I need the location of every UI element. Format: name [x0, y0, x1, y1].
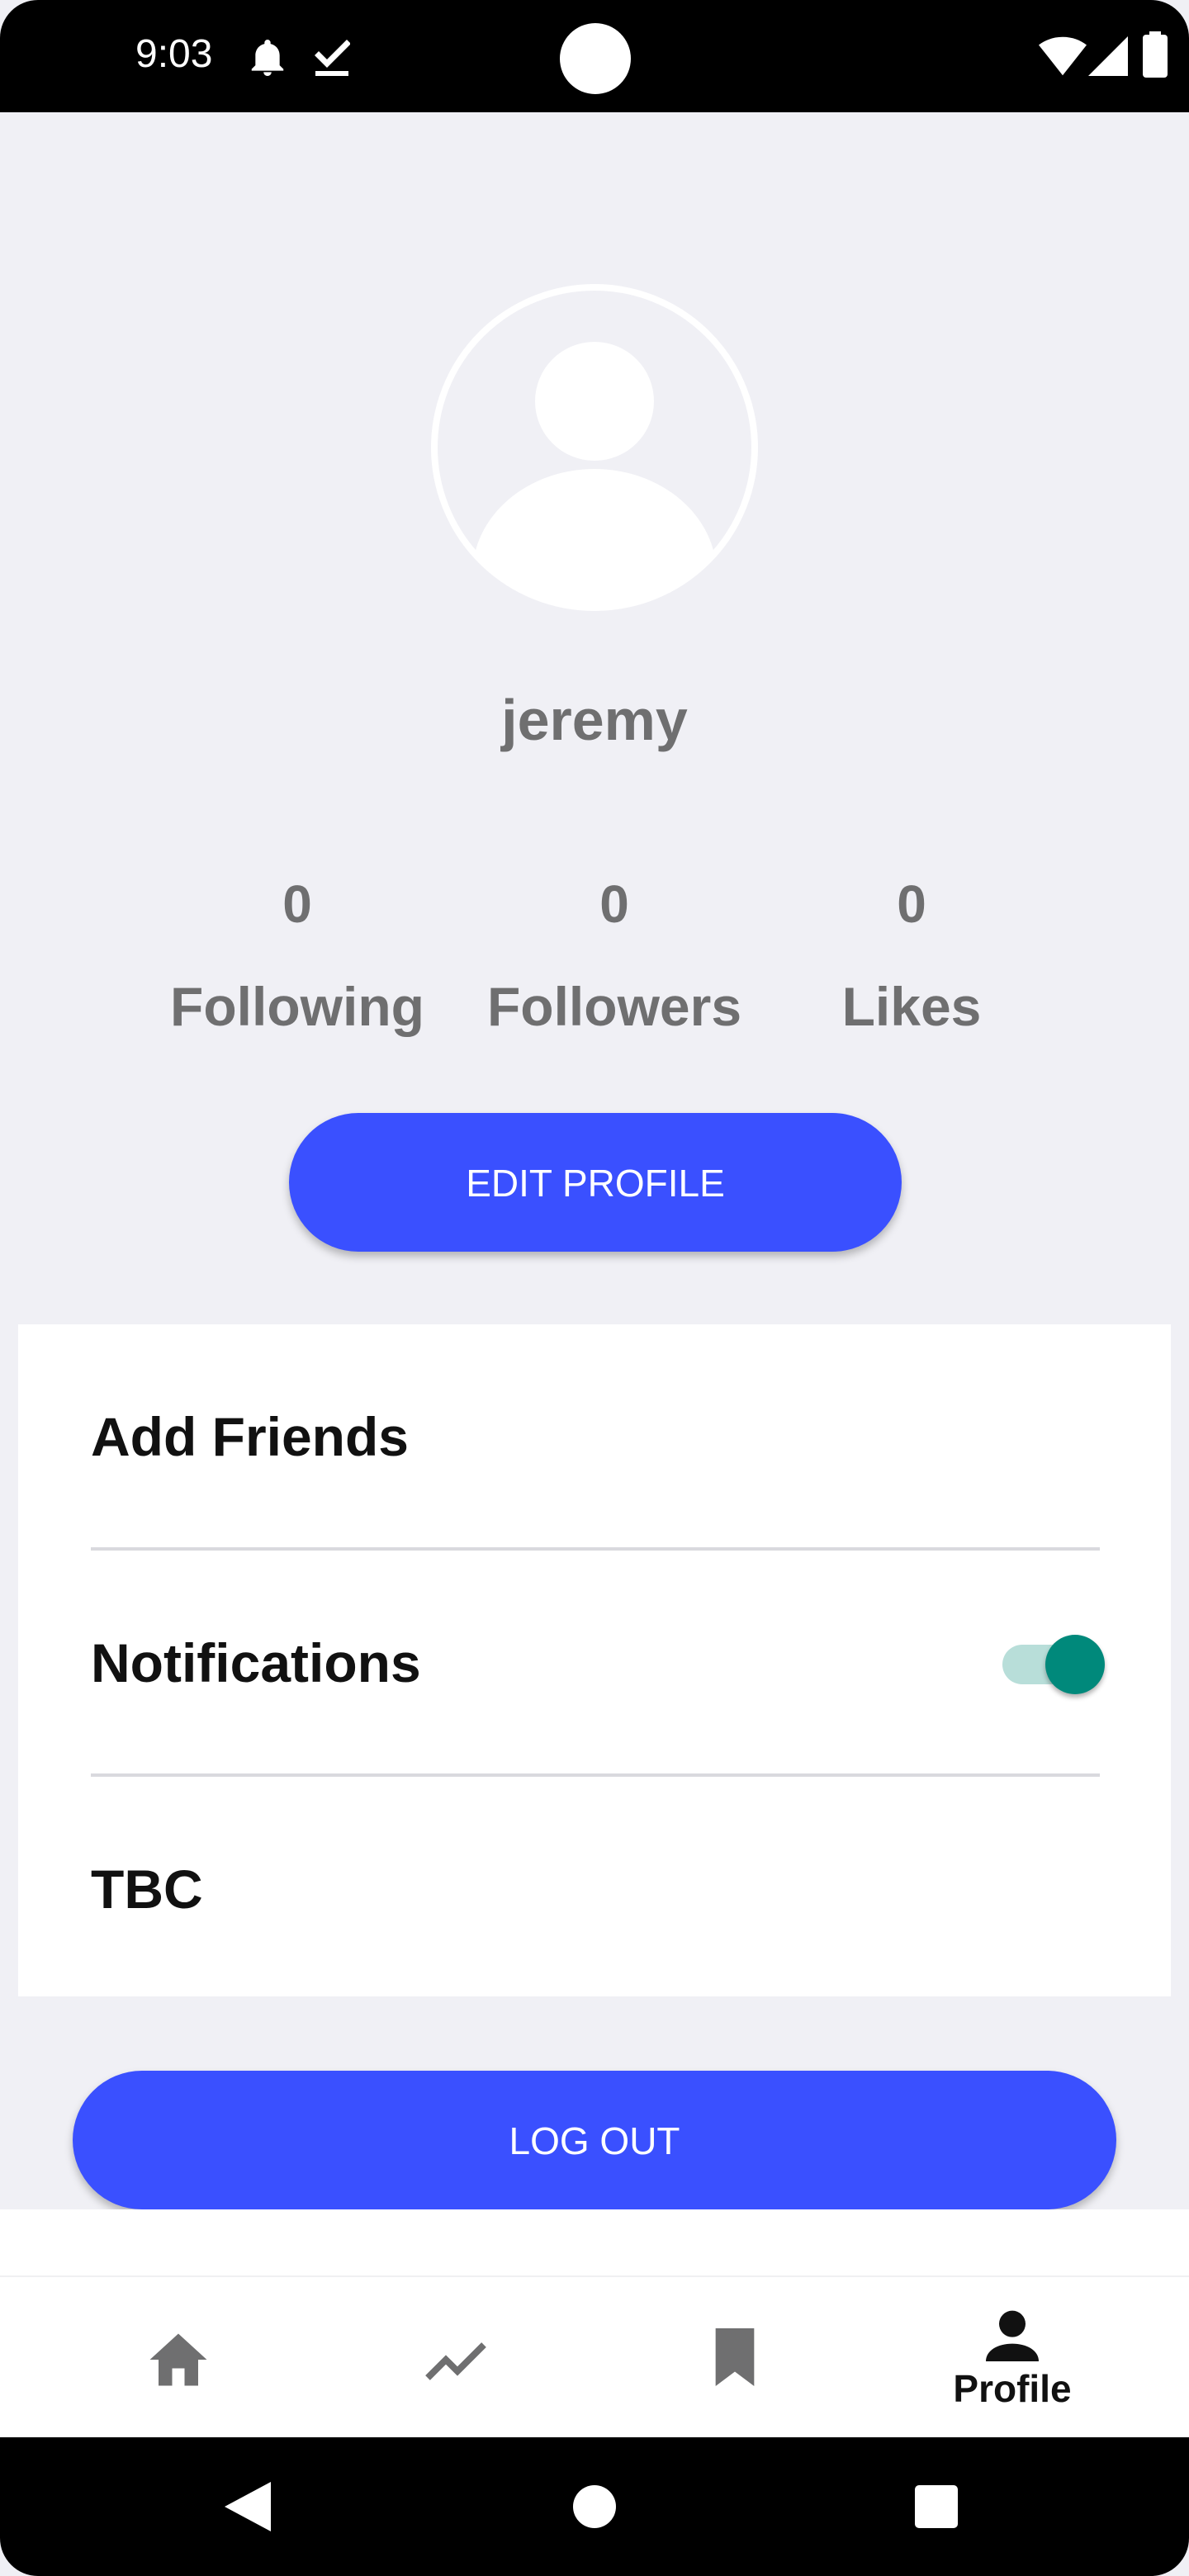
avatar[interactable]: [431, 284, 758, 611]
tbc-label: TBC: [91, 1859, 203, 1920]
settings-card: Add Friends Notifications TBC: [18, 1324, 1171, 1996]
stat-following[interactable]: 0 Following: [157, 867, 438, 1044]
profile-screen: 9:03 jeremy 0 Following 0 Followers 0 Li…: [0, 0, 1189, 2576]
nav-item-profile[interactable]: Profile: [888, 2277, 1136, 2439]
trending-icon: [425, 2342, 486, 2380]
recents-icon[interactable]: [915, 2485, 958, 2528]
person-icon: [986, 2310, 1039, 2361]
settings-item-tbc[interactable]: TBC: [91, 1777, 1100, 2001]
check-download-icon: [315, 40, 350, 76]
status-bar: 9:03: [0, 0, 1189, 112]
nav-item-bookmarks[interactable]: [611, 2277, 859, 2439]
status-time: 9:03: [135, 32, 213, 76]
log-out-button[interactable]: LOG OUT: [73, 2071, 1116, 2209]
settings-item-add-friends[interactable]: Add Friends: [91, 1324, 1100, 1549]
stat-followers[interactable]: 0 Followers: [474, 867, 755, 1044]
notifications-label: Notifications: [91, 1632, 421, 1693]
add-friends-label: Add Friends: [91, 1406, 410, 1467]
followers-count: 0: [599, 874, 629, 934]
following-label: Following: [170, 976, 424, 1037]
system-nav-bar: [0, 2437, 1189, 2576]
home-icon: [149, 2333, 207, 2386]
content-bottom-edge: [0, 2209, 1189, 2275]
battery-icon: [1143, 31, 1168, 78]
bottom-nav: Profile: [0, 2275, 1189, 2439]
notifications-toggle[interactable]: [1002, 1635, 1105, 1694]
edit-profile-button[interactable]: EDIT PROFILE: [289, 1113, 902, 1252]
nav-item-trending[interactable]: [332, 2277, 580, 2439]
likes-label: Likes: [841, 976, 982, 1037]
settings-item-notifications[interactable]: Notifications: [91, 1551, 1105, 1775]
following-count: 0: [282, 874, 312, 934]
toggle-thumb: [1045, 1635, 1105, 1694]
signal-icon: [1088, 36, 1128, 76]
front-camera: [560, 23, 631, 94]
home-circle-icon[interactable]: [573, 2485, 616, 2528]
back-icon[interactable]: [225, 2482, 271, 2531]
likes-count: 0: [897, 874, 926, 934]
bookmark-icon: [715, 2328, 755, 2386]
nav-label-profile: Profile: [953, 2367, 1072, 2410]
person-icon: [472, 342, 717, 606]
username: jeremy: [501, 688, 688, 752]
nav-item-home[interactable]: [53, 2277, 301, 2439]
bell-icon: [251, 40, 284, 76]
stat-likes[interactable]: 0 Likes: [771, 867, 1052, 1044]
wifi-icon: [1039, 36, 1087, 76]
followers-label: Followers: [486, 976, 742, 1037]
